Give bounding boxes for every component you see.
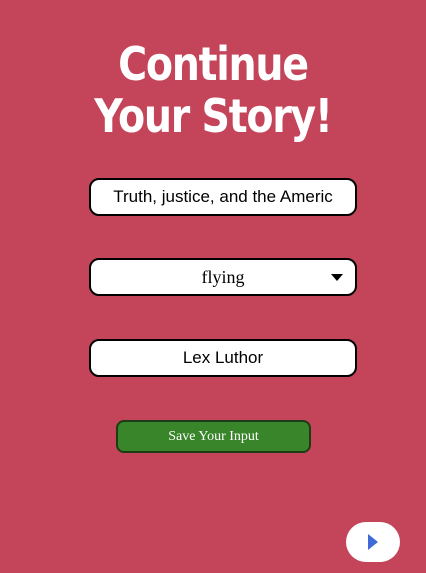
motto-input[interactable] (89, 178, 357, 216)
caret-down-icon (331, 274, 343, 281)
villain-input[interactable] (89, 339, 357, 377)
power-select[interactable]: flying (89, 258, 357, 296)
next-button[interactable] (346, 522, 400, 562)
page-title: Continue Your Story! (30, 38, 396, 142)
play-icon (368, 534, 378, 550)
page-title-line-1: Continue (118, 37, 309, 91)
save-input-button[interactable]: Save Your Input (116, 420, 311, 453)
power-select-value: flying (201, 266, 245, 287)
page-title-line-2: Your Story! (94, 89, 333, 143)
